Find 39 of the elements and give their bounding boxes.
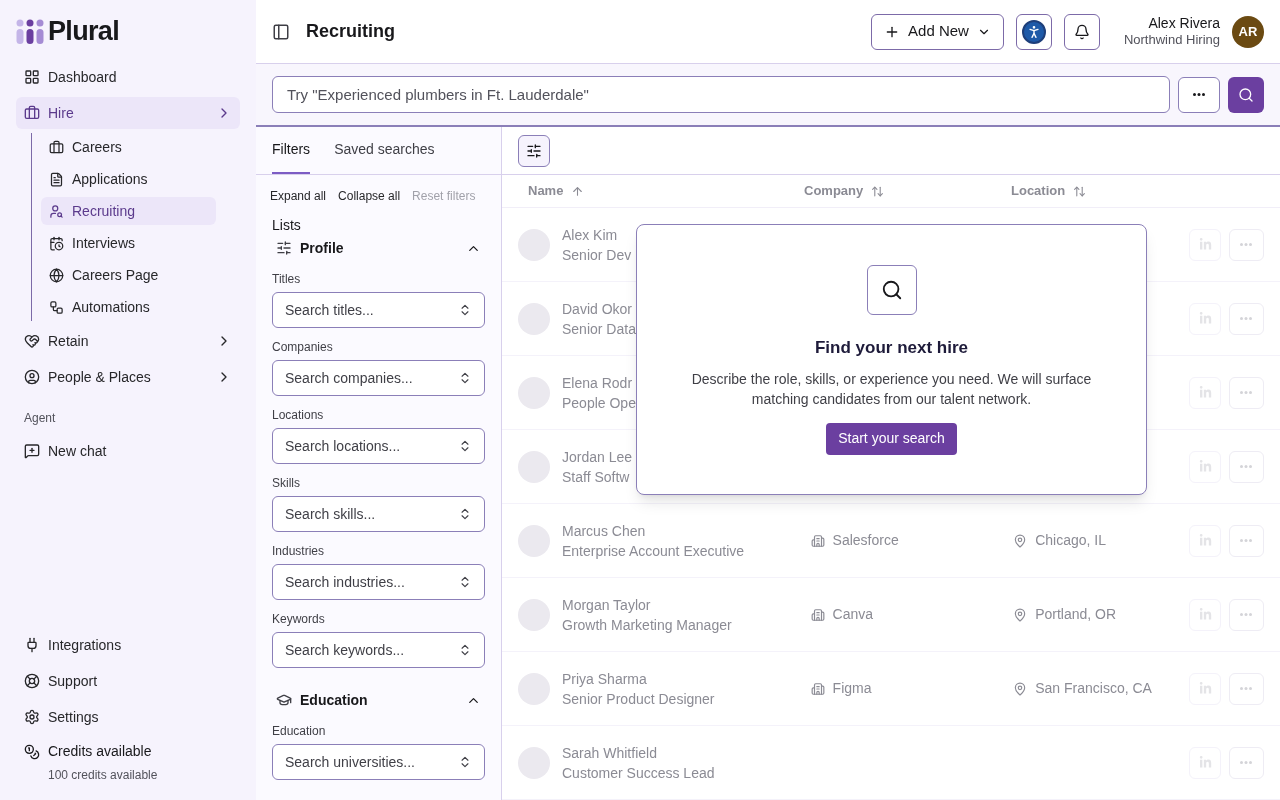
- field-label: Companies: [272, 339, 334, 356]
- candidate-name: Morgan Taylor: [562, 595, 651, 615]
- candidate-name: Sarah Whitfield: [562, 743, 657, 763]
- candidate-name: Jordan Lee: [562, 447, 633, 467]
- candidate-title: Enterprise Account Executive: [562, 541, 745, 561]
- candidate-name: Marcus Chen: [562, 521, 646, 541]
- candidate-name: Elena Rodr: [562, 373, 633, 393]
- candidate-name: Alex Kim: [562, 225, 618, 245]
- logo-text: Plural: [48, 18, 119, 45]
- credits-label: Credits available: [48, 742, 152, 761]
- candidate-title: Senior Product Designer: [562, 689, 715, 709]
- company-name: Canva: [832, 605, 874, 624]
- location-text: Portland, OR: [1035, 605, 1117, 624]
- dialog-title: Find your next hire: [815, 337, 968, 359]
- candidate-title: People Ope: [562, 393, 636, 413]
- company-name: Figma: [832, 679, 872, 698]
- field-label: Education: [272, 723, 327, 740]
- candidate-title: Customer Success Lead: [562, 763, 715, 783]
- user-organization: Northwind Hiring: [1123, 32, 1220, 49]
- candidate-title: Senior Data: [562, 319, 636, 339]
- field-label: Skills: [272, 475, 301, 492]
- company-name: Salesforce: [832, 531, 899, 550]
- candidate-title: Senior Dev: [562, 245, 632, 265]
- candidate-title: Staff Softw: [562, 467, 630, 487]
- candidate-title: Growth Marketing Manager: [562, 615, 732, 635]
- user-name: Alex Rivera: [1148, 14, 1220, 33]
- candidate-name: Priya Sharma: [562, 669, 647, 689]
- section-heading: Agent: [23, 410, 57, 427]
- page-title: Recruiting: [306, 20, 395, 43]
- location-text: Chicago, IL: [1035, 531, 1106, 550]
- location-text: San Francisco, CA: [1035, 679, 1152, 698]
- candidate-name: David Okor: [562, 299, 633, 319]
- lists-label: Lists: [271, 216, 302, 235]
- field-label: Titles: [272, 271, 302, 288]
- field-label: Locations: [272, 407, 325, 424]
- field-label: Industries: [272, 543, 326, 560]
- credits-detail: 100 credits available: [48, 767, 159, 784]
- field-label: Keywords: [272, 611, 326, 628]
- dialog-description: Describe the role, skills, or experience you need. We will surface matching candidates from our talent network.: [690, 369, 1093, 409]
